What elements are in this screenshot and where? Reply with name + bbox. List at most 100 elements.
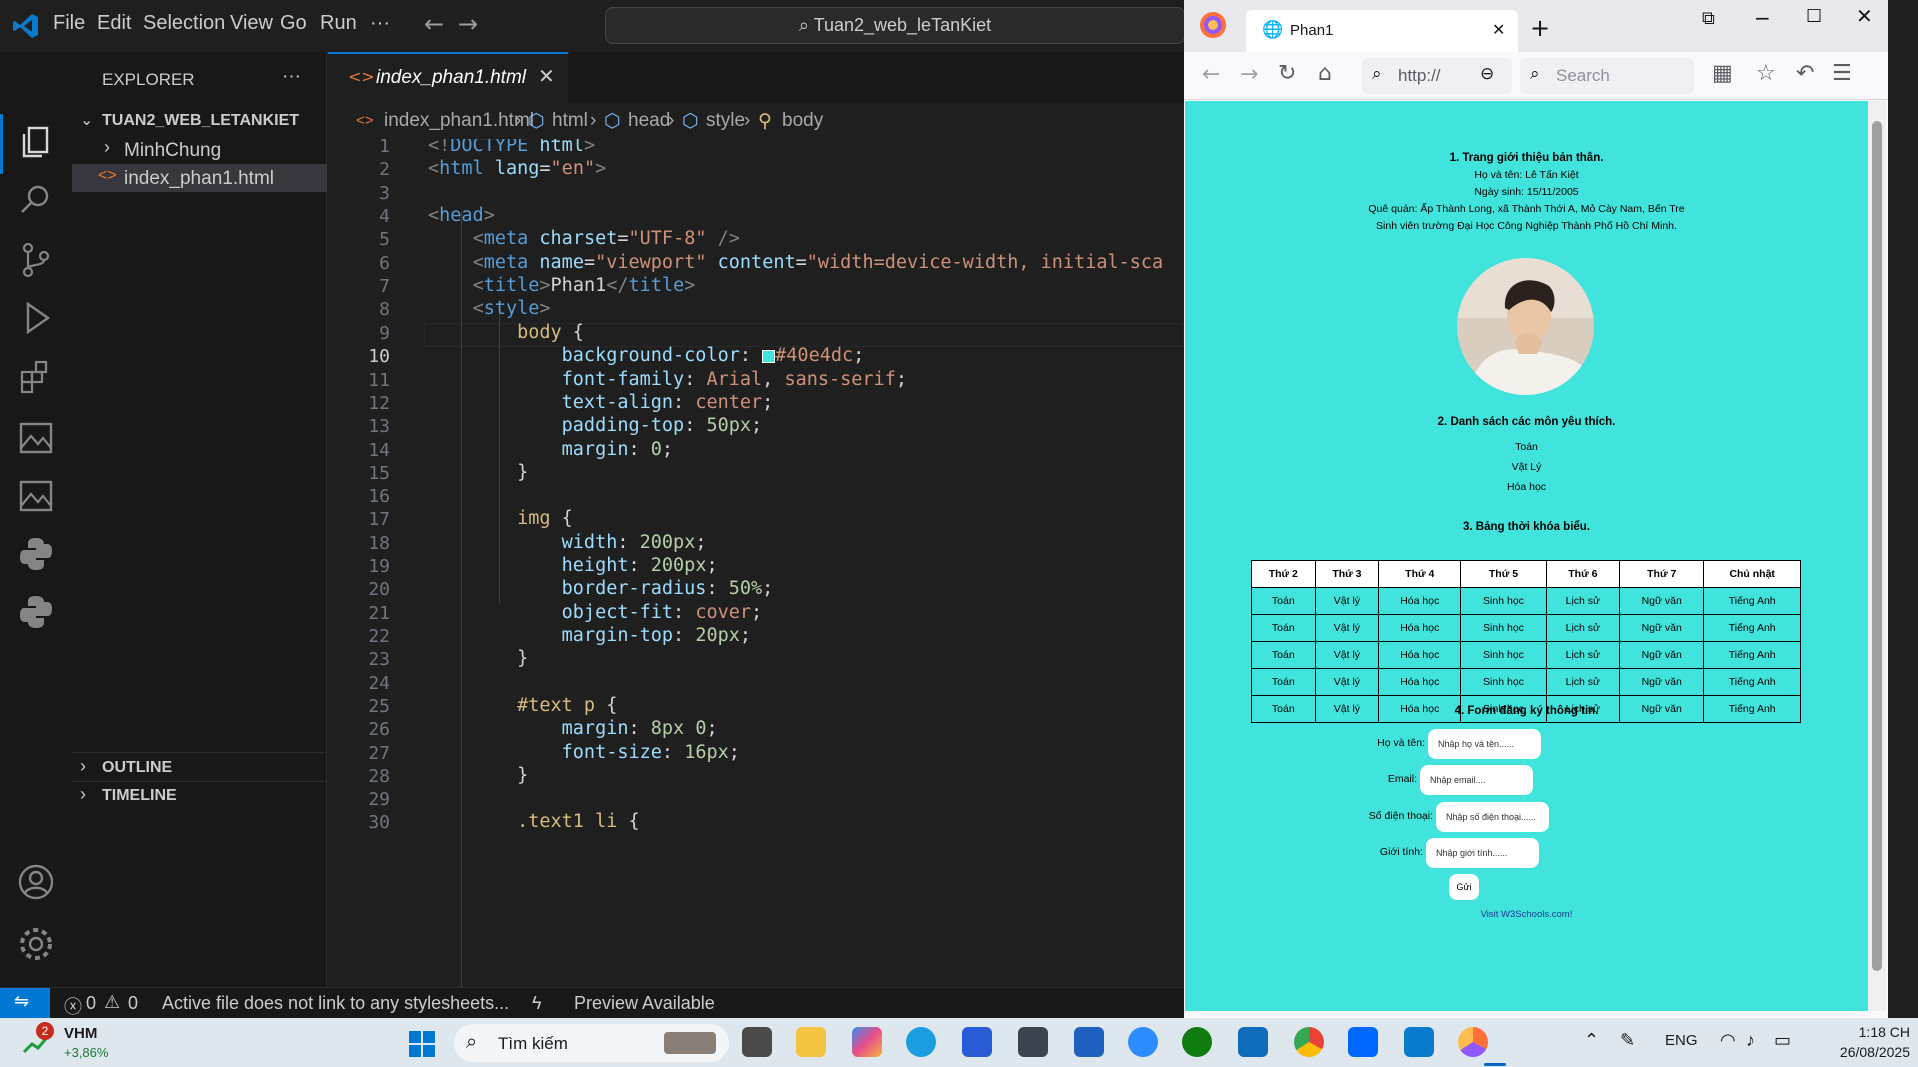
reload-icon[interactable]: ↻: [1278, 61, 1296, 86]
breadcrumb-style[interactable]: style: [706, 110, 745, 132]
python-env-icon[interactable]: [16, 592, 56, 632]
chevron-down-icon[interactable]: ⌄: [80, 110, 93, 130]
battery-icon[interactable]: ▭: [1774, 1030, 1791, 1051]
zoom-icon[interactable]: ⊖: [1480, 64, 1494, 84]
image-preview-icon[interactable]: [16, 418, 56, 458]
workspace-name[interactable]: TUAN2_WEB_LETANKIET: [102, 112, 299, 130]
menu-more[interactable]: ···: [370, 12, 390, 35]
url-bar[interactable]: ⌕ http:// ⊖: [1362, 58, 1512, 94]
settings-gear-icon[interactable]: [16, 924, 56, 964]
clock-time[interactable]: 1:18 CH: [1840, 1024, 1910, 1040]
breadcrumb-body[interactable]: body: [782, 110, 823, 132]
volume-icon[interactable]: ♪: [1746, 1030, 1755, 1051]
undo-icon[interactable]: ↶: [1796, 61, 1814, 86]
pen-icon[interactable]: ✎: [1620, 1030, 1635, 1051]
breadcrumb-head[interactable]: head: [628, 110, 670, 132]
timeline-section[interactable]: › TIMELINE: [72, 781, 327, 807]
xbox-icon[interactable]: [1182, 1027, 1212, 1057]
close-icon[interactable]: ✕: [538, 64, 555, 88]
menu-go[interactable]: Go: [280, 12, 307, 35]
stock-name[interactable]: VHM: [64, 1025, 97, 1042]
menu-view[interactable]: View: [230, 12, 273, 35]
command-center[interactable]: ⌕ Tuan2_web_leTanKiet: [605, 7, 1185, 44]
w3schools-link[interactable]: Visit W3Schools.com!: [1185, 909, 1868, 920]
tree-item-file[interactable]: <> index_phan1.html: [72, 164, 327, 192]
menu-selection[interactable]: Selection: [143, 12, 225, 35]
extensions-grid-icon[interactable]: ▦: [1712, 61, 1733, 86]
search-icon[interactable]: [16, 180, 56, 220]
explorer-more-button[interactable]: ···: [282, 66, 301, 88]
copilot-icon[interactable]: [852, 1027, 882, 1057]
chrome-icon[interactable]: [1294, 1027, 1324, 1057]
windows-start-icon[interactable]: [408, 1030, 436, 1058]
outlook-icon[interactable]: [1238, 1027, 1268, 1057]
browser-tab-phan1[interactable]: 🌐 Phan1 ✕: [1246, 10, 1518, 52]
firefox-taskbar-icon[interactable]: [1458, 1027, 1488, 1057]
extensions-icon[interactable]: [16, 358, 56, 398]
outline-section[interactable]: › OUTLINE: [72, 754, 327, 780]
error-count[interactable]: 0: [86, 993, 96, 1014]
zoom-icon[interactable]: [1128, 1027, 1158, 1057]
breadcrumb-file[interactable]: index_phan1.html: [384, 110, 534, 132]
scroll-thumb[interactable]: [1872, 121, 1882, 971]
explorer-icon[interactable]: [16, 122, 56, 162]
new-tab-plus-icon[interactable]: +: [1530, 14, 1550, 42]
preview-status[interactable]: Preview Available: [574, 993, 715, 1014]
name-label: Họ và tên:: [1377, 737, 1425, 749]
taskbar-search[interactable]: ⌕ Tìm kiếm: [454, 1024, 729, 1062]
forward-arrow-icon[interactable]: →: [458, 10, 478, 38]
edge-icon[interactable]: [906, 1027, 936, 1057]
tab-count-icon[interactable]: ⧉: [1702, 8, 1715, 29]
chevron-right-icon: ›: [80, 784, 86, 804]
window-close-icon[interactable]: ✕: [1856, 4, 1873, 28]
language-indicator[interactable]: ENG: [1665, 1032, 1698, 1049]
warning-icon[interactable]: ⚠: [104, 992, 120, 1013]
minimize-icon[interactable]: −: [1754, 6, 1771, 30]
maximize-icon[interactable]: ☐: [1806, 6, 1822, 27]
file-explorer-icon[interactable]: [796, 1027, 826, 1057]
email-input[interactable]: Nhập email....: [1420, 765, 1533, 795]
error-icon[interactable]: ⓧ: [64, 993, 82, 1019]
menu-edit[interactable]: Edit: [97, 12, 131, 35]
tab-index-phan1[interactable]: <> index_phan1.html ✕: [328, 52, 568, 103]
forward-arrow-icon[interactable]: →: [1240, 62, 1258, 87]
run-debug-icon[interactable]: [16, 298, 56, 338]
phone-input[interactable]: Nhập số điện thoại......: [1436, 802, 1549, 832]
bookmarks-icon[interactable]: ☆: [1756, 61, 1776, 86]
breadcrumb-html[interactable]: html: [552, 110, 588, 132]
hamburger-menu-icon[interactable]: ☰: [1832, 61, 1852, 86]
menu-run[interactable]: Run: [320, 12, 357, 35]
page-viewport[interactable]: 1. Trang giới thiệu bản thân. Họ và tên:…: [1185, 101, 1868, 1011]
close-icon[interactable]: ✕: [1492, 20, 1505, 39]
app-blue-icon[interactable]: [1074, 1027, 1104, 1057]
menu-file[interactable]: File: [53, 12, 85, 35]
code-editor[interactable]: 1 2 3 4 5 6 7 8 9 10 11 12 13 14 15 16 17 18 19 20 21 22 23 24 2…: [328, 139, 1184, 987]
warning-count[interactable]: 0: [128, 993, 138, 1014]
home-icon[interactable]: ⌂: [1318, 61, 1332, 86]
name-input[interactable]: Nhập họ và tên......: [1428, 729, 1541, 759]
search-box[interactable]: ⌕ Search: [1520, 58, 1694, 94]
clock-date[interactable]: 26/08/2025: [1818, 1044, 1910, 1060]
chevron-up-icon[interactable]: ⌃: [1584, 1030, 1599, 1051]
submit-button[interactable]: Gửi: [1449, 874, 1479, 900]
account-icon[interactable]: [16, 862, 56, 902]
wifi-icon[interactable]: ◠: [1720, 1030, 1736, 1051]
vscode-taskbar-icon[interactable]: [1404, 1027, 1434, 1057]
browser-scrollbar[interactable]: [1868, 101, 1886, 1011]
python-icon[interactable]: [16, 534, 56, 574]
tree-item-folder[interactable]: › MinhChung: [72, 136, 327, 164]
stock-change[interactable]: +3,86%: [64, 1045, 108, 1060]
zalo-icon[interactable]: [1348, 1027, 1378, 1057]
color-swatch[interactable]: [762, 349, 776, 363]
back-arrow-icon[interactable]: ←: [1202, 62, 1220, 87]
image-preview-2-icon[interactable]: [16, 476, 56, 516]
remote-button[interactable]: ⇋: [0, 988, 50, 1019]
app-cube-icon[interactable]: [1018, 1027, 1048, 1057]
back-arrow-icon[interactable]: ←: [424, 10, 444, 38]
store-icon[interactable]: [962, 1027, 992, 1057]
table-cell: Toán: [1251, 668, 1316, 696]
gender-input[interactable]: Nhập giới tính......: [1426, 838, 1539, 868]
status-message[interactable]: Active file does not link to any stylesh…: [162, 993, 509, 1014]
source-control-icon[interactable]: [16, 240, 56, 280]
task-view-icon[interactable]: [742, 1027, 772, 1057]
